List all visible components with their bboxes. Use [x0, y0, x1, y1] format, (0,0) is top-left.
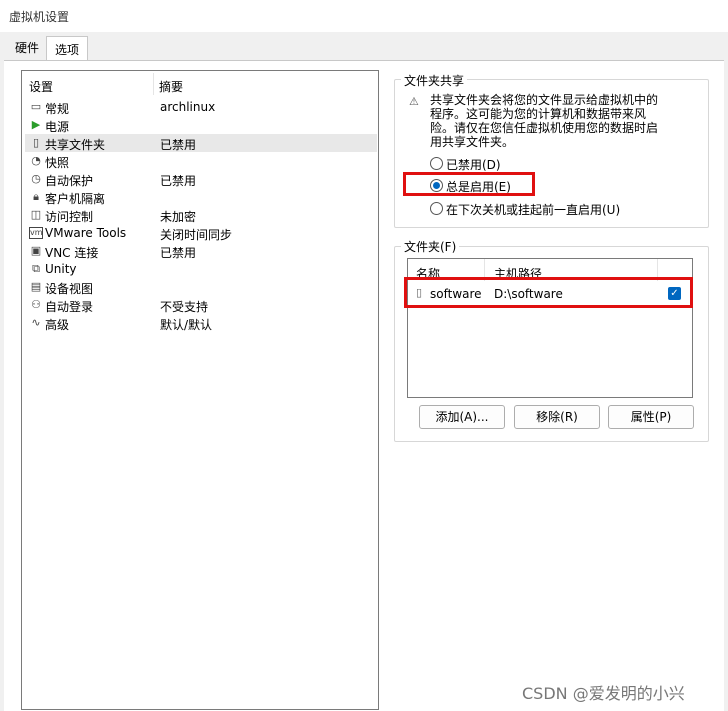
settings-item-guest-isolation[interactable]: 🔒︎ 客户机隔离 [25, 188, 377, 206]
settings-item-name: 设备视图 [45, 282, 94, 296]
settings-item-vmware-tools[interactable]: vm VMware Tools 关闭时间同步 [25, 224, 377, 242]
csdn-watermark: CSDN @爱发明的小兴 [522, 684, 685, 703]
settings-item-name: Unity [45, 262, 77, 276]
settings-item-name: VNC 连接 [45, 246, 99, 260]
settings-item-name: VMware Tools [45, 226, 127, 240]
settings-item-summary: 已禁用 [160, 246, 197, 260]
settings-item-snapshots[interactable]: ◔ 快照 [25, 152, 377, 170]
vm-icon: vm [29, 227, 43, 239]
settings-item-name: 高级 [45, 318, 70, 332]
settings-item-name: 电源 [45, 120, 70, 134]
settings-item-summary: 关闭时间同步 [160, 228, 233, 242]
settings-item-name: 访问控制 [45, 210, 94, 224]
settings-item-device-view[interactable]: ▤ 设备视图 [25, 278, 377, 296]
folder-sharing-title: 文件夹共享 [401, 72, 468, 89]
settings-item-general[interactable]: ▭ 常规 archlinux [25, 98, 377, 116]
settings-item-name: 快照 [45, 156, 70, 170]
device-view-icon: ▤ [30, 280, 42, 293]
settings-item-vnc[interactable]: ▣ VNC 连接 已禁用 [25, 242, 377, 260]
play-icon: ▶ [31, 118, 41, 131]
highlight-box [403, 172, 535, 196]
settings-item-summary: 已禁用 [160, 138, 197, 152]
radio-until-poweroff-label[interactable]: 在下次关机或挂起前一直启用(U) [446, 201, 620, 218]
radio-disabled[interactable] [430, 157, 443, 170]
settings-item-summary: 未加密 [160, 210, 197, 224]
settings-item-name: 自动保护 [45, 174, 94, 188]
settings-item-name: 客户机隔离 [45, 192, 106, 206]
highlight-box [404, 277, 693, 308]
settings-list[interactable]: 设置 摘要 ▭ 常规 archlinux ▶ 电源 ▯ 共享文件夹 已禁用 ◔ … [21, 70, 379, 710]
settings-item-summary: 已禁用 [160, 174, 197, 188]
column-setting[interactable]: 设置 [29, 78, 53, 95]
settings-item-name: 常规 [45, 102, 70, 116]
column-divider [153, 73, 154, 95]
properties-button[interactable]: 属性(P) [608, 405, 694, 429]
unity-icon: ⧉ [32, 262, 40, 275]
autologin-icon: ⚇ [31, 298, 41, 311]
tab-hardware[interactable]: 硬件 [7, 38, 47, 58]
settings-item-summary: archlinux [160, 100, 216, 114]
settings-item-access-control[interactable]: ◫ 访问控制 未加密 [25, 206, 377, 224]
access-control-icon: ◫ [30, 208, 42, 221]
settings-list-header: 设置 摘要 [22, 71, 378, 97]
settings-item-name: 共享文件夹 [45, 138, 106, 152]
radio-disabled-label[interactable]: 已禁用(D) [446, 156, 501, 173]
column-summary[interactable]: 摘要 [159, 78, 183, 95]
folders-title: 文件夹(F) [401, 238, 460, 255]
settings-item-autoprotect[interactable]: ◷ 自动保护 已禁用 [25, 170, 377, 188]
add-button[interactable]: 添加(A)... [419, 405, 505, 429]
remove-button[interactable]: 移除(R) [514, 405, 600, 429]
settings-item-advanced[interactable]: ∿ 高级 默认/默认 [25, 314, 377, 332]
settings-item-shared-folders[interactable]: ▯ 共享文件夹 已禁用 [25, 134, 377, 152]
vnc-icon: ▣ [30, 244, 42, 257]
settings-item-summary: 默认/默认 [160, 318, 213, 332]
window-title: 虚拟机设置 [9, 10, 70, 24]
warning-icon: ⚠ [409, 95, 419, 108]
advanced-icon: ∿ [31, 316, 41, 329]
sharing-warning-text: 共享文件夹会将您的文件显示给虚拟机中的程序。这可能为您的计算机和数据带来风险。请… [430, 93, 659, 149]
lock-icon: 🔒︎ [33, 190, 39, 203]
title-bar: 虚拟机设置 [0, 0, 728, 32]
settings-item-summary: 不受支持 [160, 300, 209, 314]
snapshot-icon: ◔ [31, 154, 41, 167]
shared-folder-icon: ▯ [32, 136, 40, 149]
settings-item-unity[interactable]: ⧉ Unity [25, 260, 377, 278]
settings-item-power[interactable]: ▶ 电源 [25, 116, 377, 134]
settings-item-name: 自动登录 [45, 300, 94, 314]
tab-options[interactable]: 选项 [46, 36, 89, 61]
monitor-icon: ▭ [30, 100, 42, 113]
tab-strip: 硬件 选项 [0, 36, 728, 61]
settings-item-autologin[interactable]: ⚇ 自动登录 不受支持 [25, 296, 377, 314]
autoprotect-icon: ◷ [31, 172, 41, 185]
radio-until-poweroff[interactable] [430, 202, 443, 215]
